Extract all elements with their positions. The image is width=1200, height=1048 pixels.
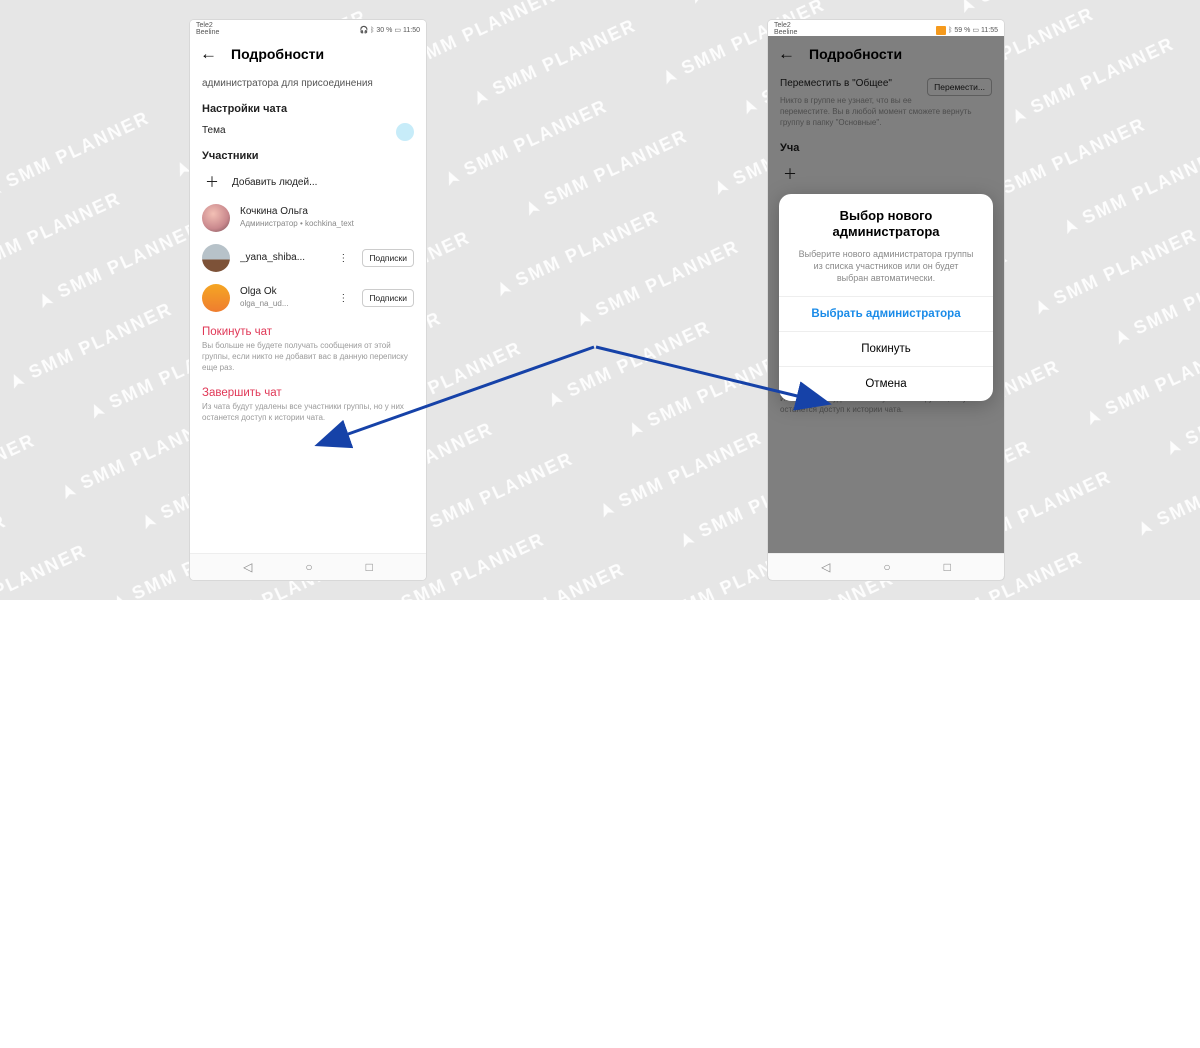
android-nav: ◁ ○ □ [190,553,426,580]
back-triangle-icon[interactable]: ◁ [243,560,252,574]
kebab-icon[interactable]: ⋮ [334,293,352,304]
bluetooth-icon: ᛒ [948,27,952,34]
avatar [202,244,230,272]
kebab-icon[interactable]: ⋮ [334,253,352,264]
bluetooth-icon: ᛒ [370,27,374,34]
follow-button[interactable]: Подписки [362,289,414,307]
member-row-1[interactable]: Кочкина Ольга Администратор • kochkina_t… [190,198,426,238]
follow-button[interactable]: Подписки [362,249,414,267]
member-sub: Администратор • kochkina_text [240,218,414,230]
battery-pct: 59 % [954,27,970,34]
settings-header: Настройки чата [190,95,426,119]
home-circle-icon[interactable]: ○ [883,560,890,574]
member-sub: olga_na_ud... [240,298,324,310]
admin-join-text: администратора для присоединения [190,72,426,95]
member-row-2[interactable]: _yana_shiba... ⋮ Подписки [190,238,426,278]
home-circle-icon[interactable]: ○ [305,560,312,574]
avatar [202,204,230,232]
theme-label: Тема [202,125,226,136]
member-row-3[interactable]: Olga Ok olga_na_ud... ⋮ Подписки [190,278,426,318]
header: ← Подробности [190,38,426,72]
android-nav: ◁ ○ □ [768,553,1004,580]
carrier2: Beeline [774,29,797,36]
add-people-row[interactable]: ＋ Добавить людей... [190,166,426,198]
modal-title: Выбор новогоадминистратора [779,194,993,242]
battery-icon: ▭ [394,26,401,34]
battery-pct: 30 % [376,27,392,34]
clock: 11:50 [403,27,420,34]
end-help: Из чата будут удалены все участники груп… [190,401,426,429]
recent-square-icon[interactable]: □ [944,560,951,574]
leave-chat-link[interactable]: Покинуть чат [190,318,426,340]
theme-color-icon [396,123,414,141]
modal-text: Выберите нового администратора группы из… [779,242,993,296]
modal-leave[interactable]: Покинуть [779,331,993,366]
notification-badge-icon [936,26,946,35]
members-header: Участники [190,142,426,166]
phone-left: Tele2 Beeline 🎧 ᛒ 30 % ▭ 11:50 ← Подробн… [190,20,426,580]
plus-icon: ＋ [202,172,222,192]
modal-cancel[interactable]: Отмена [779,366,993,401]
member-name: _yana_shiba... [240,252,324,264]
modal-choose-admin[interactable]: Выбрать администратора [779,296,993,331]
back-triangle-icon[interactable]: ◁ [821,560,830,574]
admin-modal: Выбор новогоадминистратора Выберите ново… [779,194,993,401]
member-name: Кочкина Ольга [240,206,414,218]
carrier1: Tele2 [774,22,797,29]
avatar [202,284,230,312]
phone-right: Tele2 Beeline ᛒ 59 % ▭ 11:55 ← Подробнос… [768,20,1004,580]
clock: 11:55 [981,27,998,34]
carrier2: Beeline [196,29,219,36]
page-title: Подробности [231,46,324,62]
recent-square-icon[interactable]: □ [366,560,373,574]
member-name: Olga Ok [240,286,324,298]
carrier1: Tele2 [196,22,219,29]
theme-row[interactable]: Тема [190,119,426,142]
headphones-icon: 🎧 [359,26,368,34]
statusbar-left: Tele2 Beeline 🎧 ᛒ 30 % ▭ 11:50 [190,20,426,38]
leave-help: Вы больше не будете получать сообщения о… [190,340,426,379]
battery-icon: ▭ [972,26,979,34]
add-people-label: Добавить людей... [232,177,317,188]
back-icon[interactable]: ← [200,44,217,64]
end-chat-link[interactable]: Завершить чат [190,379,426,401]
